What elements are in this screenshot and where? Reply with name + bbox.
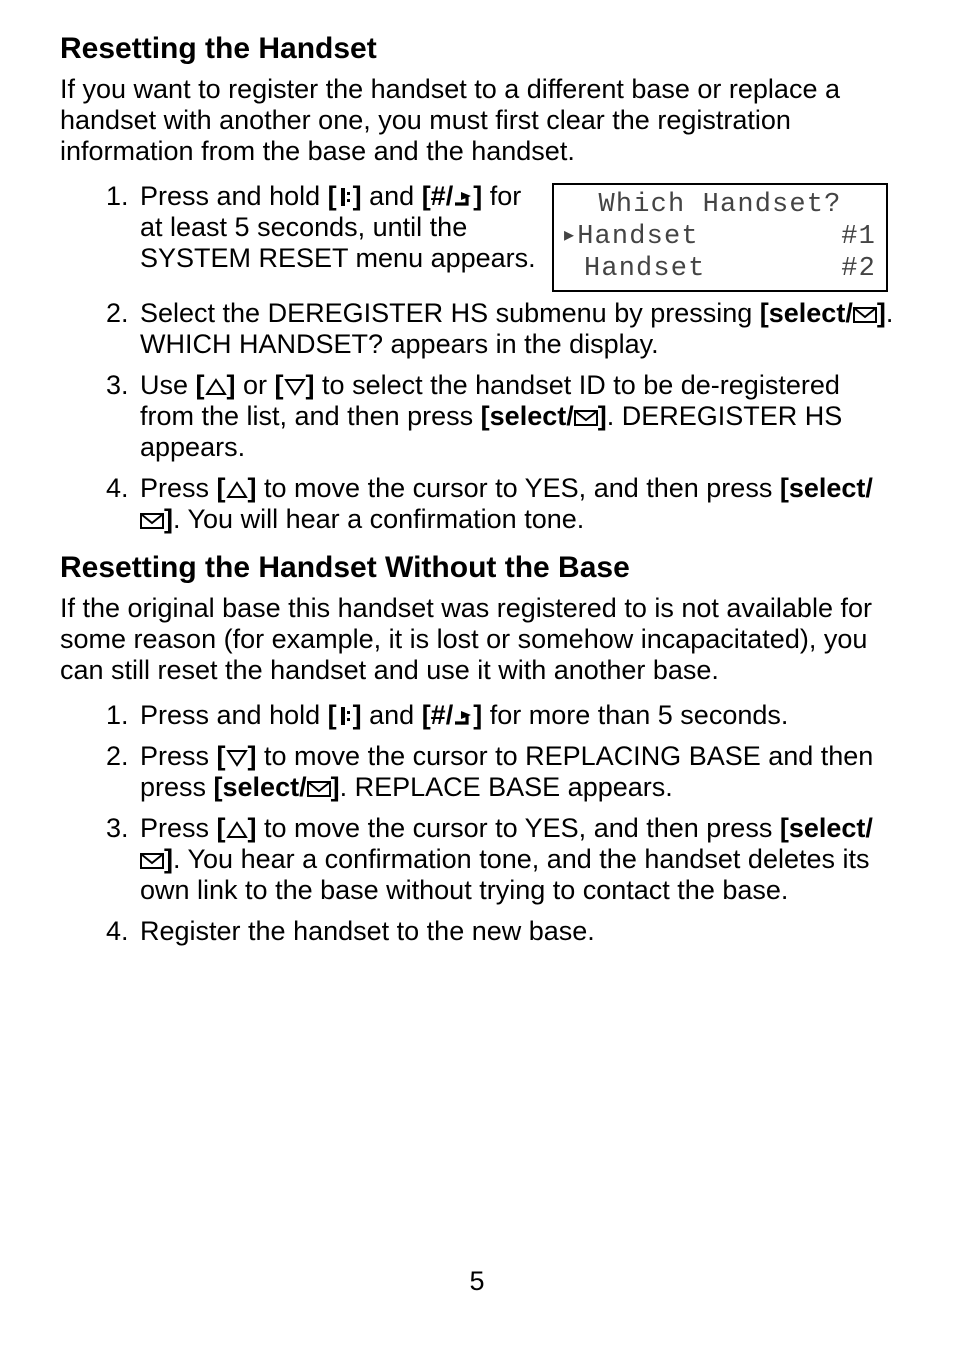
text: Use bbox=[140, 370, 196, 400]
text: Press bbox=[140, 813, 217, 843]
text: Press and hold bbox=[140, 700, 328, 730]
text: to move the cursor to YES, and then pres… bbox=[257, 813, 780, 843]
bracket: ] bbox=[473, 700, 482, 730]
up-triangle-icon bbox=[226, 480, 248, 500]
bracket: [ bbox=[275, 370, 284, 400]
step1-1: Press and hold [] and [#/] for at least … bbox=[136, 181, 538, 274]
text: or bbox=[236, 370, 275, 400]
bracket: [ bbox=[196, 370, 205, 400]
step1-4: Press [] to move the cursor to YES, and … bbox=[136, 473, 894, 535]
text: to move the cursor to YES, and then pres… bbox=[257, 473, 780, 503]
up-triangle-icon bbox=[226, 820, 248, 840]
bracket: [select/ bbox=[780, 473, 873, 503]
bracket: ] bbox=[331, 772, 340, 802]
bracket: [ bbox=[217, 741, 226, 771]
bracket: ] bbox=[248, 741, 257, 771]
lcd-display: Which Handset? ▸Handset #1 Handset #2 bbox=[552, 183, 888, 292]
text: Press and hold bbox=[140, 181, 328, 211]
bracket: [ bbox=[328, 700, 337, 730]
lcd-line1: Which Handset? bbox=[556, 189, 884, 221]
envelope-icon bbox=[307, 779, 331, 799]
up-triangle-icon bbox=[205, 377, 227, 397]
step2-3: Press [] to move the cursor to YES, and … bbox=[136, 813, 894, 906]
heading-resetting-without-base: Resetting the Handset Without the Base bbox=[60, 549, 894, 587]
text: Select the DEREGISTER HS submenu by pres… bbox=[140, 298, 760, 328]
bracket: ] bbox=[353, 700, 362, 730]
down-triangle-icon bbox=[226, 748, 248, 768]
text: . You will hear a confirmation tone. bbox=[173, 504, 584, 534]
intro-resetting-without-base: If the original base this handset was re… bbox=[60, 593, 894, 686]
step1-3: Use [] or [] to select the handset ID to… bbox=[136, 370, 894, 463]
bracket: [select/ bbox=[780, 813, 873, 843]
page-number: 5 bbox=[0, 1266, 954, 1297]
envelope-icon bbox=[574, 408, 598, 428]
bracket: [select/ bbox=[214, 772, 307, 802]
envelope-icon bbox=[853, 305, 877, 325]
redial-icon bbox=[453, 190, 473, 208]
lcd-text: #1 bbox=[841, 221, 876, 253]
text: Press bbox=[140, 741, 217, 771]
bracket: [ bbox=[328, 181, 337, 211]
step2-2: Press [] to move the cursor to REPLACING… bbox=[136, 741, 894, 803]
text: and bbox=[362, 700, 422, 730]
bracket: ] bbox=[248, 813, 257, 843]
bracket: [#/ bbox=[422, 181, 454, 211]
bracket: ] bbox=[598, 401, 607, 431]
steps-list-2: Press and hold [] and [#/] for more than… bbox=[60, 700, 894, 947]
lcd-line2: ▸Handset #1 bbox=[556, 221, 884, 253]
bracket: ] bbox=[227, 370, 236, 400]
bracket: ] bbox=[353, 181, 362, 211]
bracket: ] bbox=[164, 844, 173, 874]
step1-2: Select the DEREGISTER HS submenu by pres… bbox=[136, 298, 894, 360]
cursor-icon: ▸ bbox=[564, 224, 575, 246]
end-key-icon bbox=[337, 186, 353, 208]
bracket: [select/ bbox=[481, 401, 574, 431]
steps-list-1b: Select the DEREGISTER HS submenu by pres… bbox=[60, 298, 894, 535]
step2-1: Press and hold [] and [#/] for more than… bbox=[136, 700, 894, 731]
text: and bbox=[362, 181, 422, 211]
bracket: ] bbox=[306, 370, 315, 400]
envelope-icon bbox=[140, 511, 164, 531]
steps-list-1: Press and hold [] and [#/] for at least … bbox=[60, 181, 538, 284]
text: for more than 5 seconds. bbox=[482, 700, 788, 730]
down-triangle-icon bbox=[284, 377, 306, 397]
bracket: [ bbox=[217, 813, 226, 843]
step2-4: Register the handset to the new base. bbox=[136, 916, 894, 947]
redial-icon bbox=[453, 709, 473, 727]
lcd-text: #2 bbox=[841, 253, 876, 285]
text: . You hear a confirmation tone, and the … bbox=[140, 844, 870, 905]
bracket: ] bbox=[164, 504, 173, 534]
text: . REPLACE BASE appears. bbox=[340, 772, 673, 802]
lcd-text: Handset bbox=[584, 253, 705, 285]
intro-resetting-handset: If you want to register the handset to a… bbox=[60, 74, 894, 167]
bracket: [#/ bbox=[422, 700, 454, 730]
envelope-icon bbox=[140, 851, 164, 871]
text: Press bbox=[140, 473, 217, 503]
lcd-text: Handset bbox=[577, 222, 698, 252]
bracket: [select/ bbox=[760, 298, 853, 328]
bracket: ] bbox=[877, 298, 886, 328]
bracket: ] bbox=[248, 473, 257, 503]
end-key-icon bbox=[337, 705, 353, 727]
bracket: ] bbox=[473, 181, 482, 211]
bracket: [ bbox=[217, 473, 226, 503]
heading-resetting-handset: Resetting the Handset bbox=[60, 30, 894, 68]
lcd-line3: Handset #2 bbox=[556, 253, 884, 285]
